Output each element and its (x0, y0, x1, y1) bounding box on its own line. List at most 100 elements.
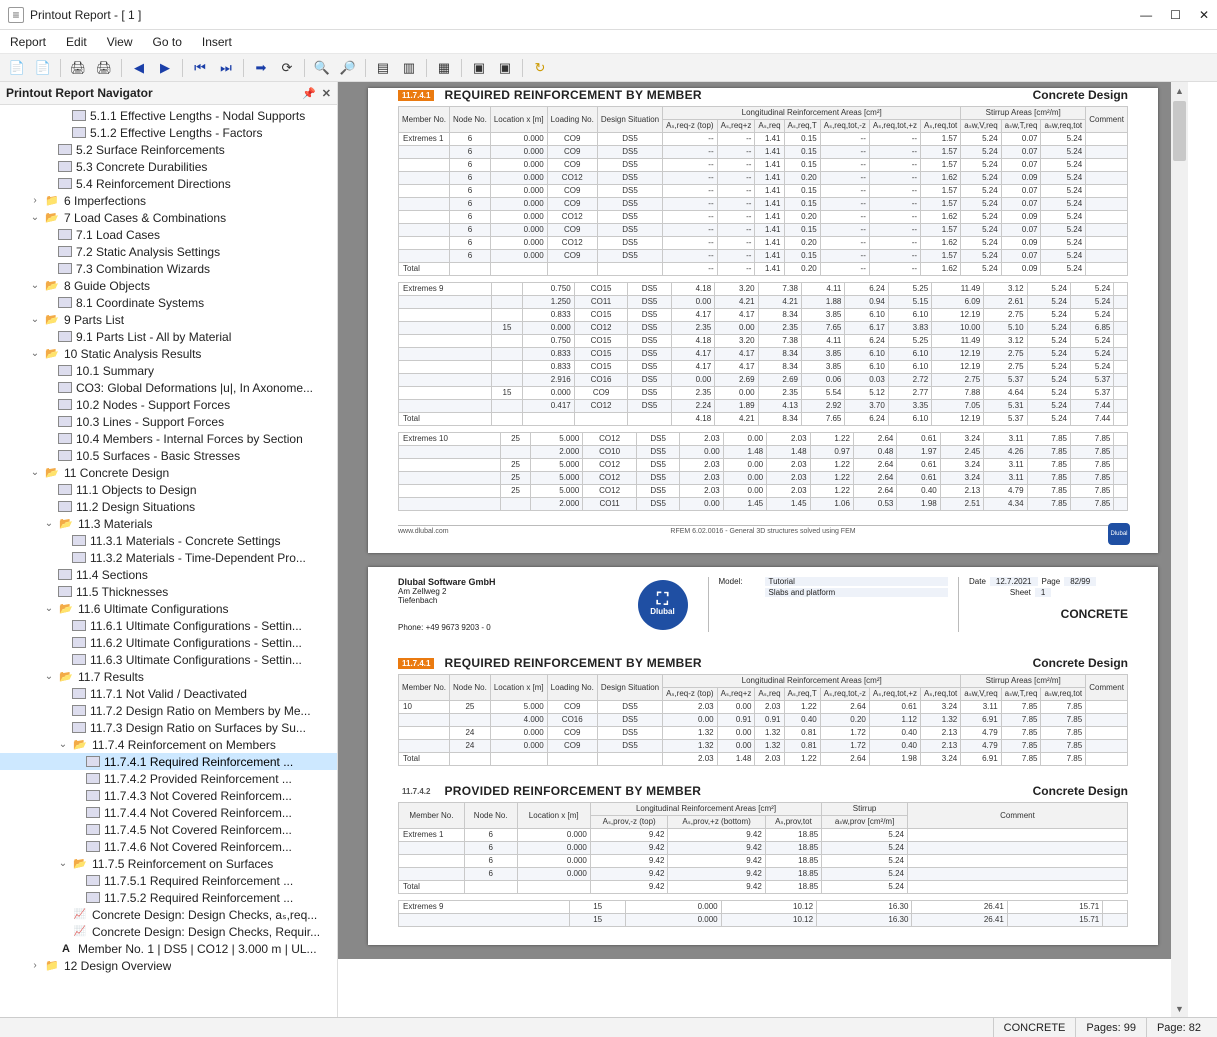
tree-item[interactable]: 11.7.4.4 Not Covered Reinforcem... (0, 804, 337, 821)
menu-bar: Report Edit View Go to Insert (0, 30, 1217, 54)
table-icon (58, 365, 72, 376)
nav-close-icon[interactable]: ✕ (322, 87, 331, 100)
tree-item[interactable]: 9.1 Parts List - All by Material (0, 328, 337, 345)
tree-item[interactable]: 11.7.5.1 Required Reinforcement ... (0, 872, 337, 889)
prev-icon[interactable]: ◀ (128, 57, 150, 79)
page-fit-icon[interactable]: ▤ (372, 57, 394, 79)
tree-item[interactable]: 11.2 Design Situations (0, 498, 337, 515)
tree-item[interactable]: 11.7.2 Design Ratio on Members by Me... (0, 702, 337, 719)
tree-item[interactable]: 10.2 Nodes - Support Forces (0, 396, 337, 413)
menu-insert[interactable]: Insert (202, 35, 232, 49)
tree-item[interactable]: 5.1.1 Effective Lengths - Nodal Supports (0, 107, 337, 124)
table-icon (86, 790, 100, 801)
page-width-icon[interactable]: ▥ (398, 57, 420, 79)
table-icon (58, 331, 72, 342)
section-badge: 11.7.4.1 (398, 90, 434, 101)
status-module: CONCRETE (993, 1018, 1076, 1037)
tree-item[interactable]: ⌄8 Guide Objects (0, 277, 337, 294)
tree-item[interactable]: 11.3.2 Materials - Time-Dependent Pro... (0, 549, 337, 566)
tree-item[interactable]: 5.1.2 Effective Lengths - Factors (0, 124, 337, 141)
tree-item[interactable]: ⌄10 Static Analysis Results (0, 345, 337, 362)
menu-edit[interactable]: Edit (66, 35, 87, 49)
export2-icon[interactable]: ▣ (494, 57, 516, 79)
zoom-out-icon[interactable]: 🔍 (311, 57, 333, 79)
tree-item[interactable]: Member No. 1 | DS5 | CO12 | 3.000 m | UL… (0, 940, 337, 957)
settings-icon[interactable]: ▦ (433, 57, 455, 79)
tree-item-label: Concrete Design: Design Checks, aₛ,req..… (92, 908, 317, 922)
delete-icon[interactable]: 📄 (32, 57, 54, 79)
navigator-tree[interactable]: 5.1.1 Effective Lengths - Nodal Supports… (0, 105, 337, 1017)
vertical-scrollbar[interactable]: ▲ ▼ (1171, 82, 1188, 1017)
tree-item[interactable]: 11.1 Objects to Design (0, 481, 337, 498)
tree-item[interactable]: 11.7.3 Design Ratio on Surfaces by Su... (0, 719, 337, 736)
tree-item[interactable]: 11.3.1 Materials - Concrete Settings (0, 532, 337, 549)
tree-item[interactable]: ⌄7 Load Cases & Combinations (0, 209, 337, 226)
tree-item-label: 11.7.1 Not Valid / Deactivated (90, 687, 247, 701)
tree-item[interactable]: 10.5 Surfaces - Basic Stresses (0, 447, 337, 464)
tree-item[interactable]: ›12 Design Overview (0, 957, 337, 974)
tree-item[interactable]: 11.4 Sections (0, 566, 337, 583)
tree-item[interactable]: CO3: Global Deformations |u|, In Axonome… (0, 379, 337, 396)
next-icon[interactable]: ▶ (154, 57, 176, 79)
tree-item[interactable]: 7.2 Static Analysis Settings (0, 243, 337, 260)
maximize-button[interactable]: ☐ (1170, 8, 1181, 22)
table-icon (86, 892, 100, 903)
tree-item[interactable]: 11.6.2 Ultimate Configurations - Settin.… (0, 634, 337, 651)
tree-item[interactable]: 10.4 Members - Internal Forces by Sectio… (0, 430, 337, 447)
table-icon (58, 416, 72, 427)
tree-item[interactable]: 7.1 Load Cases (0, 226, 337, 243)
zoom-in-icon[interactable]: 🔎 (337, 57, 359, 79)
minimize-button[interactable]: — (1140, 8, 1152, 22)
tree-item[interactable]: 11.7.1 Not Valid / Deactivated (0, 685, 337, 702)
menu-report[interactable]: Report (10, 35, 46, 49)
tree-item-label: 11.7.4.6 Not Covered Reinforcem... (104, 840, 292, 854)
tree-item[interactable]: ⌄11.3 Materials (0, 515, 337, 532)
tree-item[interactable]: 11.7.4.1 Required Reinforcement ... (0, 753, 337, 770)
tree-item[interactable]: 10.1 Summary (0, 362, 337, 379)
tree-item[interactable]: 5.2 Surface Reinforcements (0, 141, 337, 158)
tree-item[interactable]: ⌄11.7 Results (0, 668, 337, 685)
table-icon (72, 705, 86, 716)
tree-item[interactable]: ⌄11.7.4 Reinforcement on Members (0, 736, 337, 753)
tree-item-label: 6 Imperfections (64, 194, 146, 208)
tree-item[interactable]: 11.7.4.5 Not Covered Reinforcem... (0, 821, 337, 838)
last-icon[interactable]: ⏭ (215, 57, 237, 79)
tree-item[interactable]: ›6 Imperfections (0, 192, 337, 209)
folder-icon (58, 670, 74, 684)
tree-item-label: 5.1.1 Effective Lengths - Nodal Supports (90, 109, 305, 123)
tree-item[interactable]: 5.4 Reinforcement Directions (0, 175, 337, 192)
tree-item[interactable]: 5.3 Concrete Durabilities (0, 158, 337, 175)
tree-item[interactable]: ⌄11.7.5 Reinforcement on Surfaces (0, 855, 337, 872)
new-icon[interactable]: 📄 (6, 57, 28, 79)
first-icon[interactable]: ⏮ (189, 57, 211, 79)
tree-item[interactable]: 11.7.4.3 Not Covered Reinforcem... (0, 787, 337, 804)
tree-item[interactable]: ⌄11 Concrete Design (0, 464, 337, 481)
tree-item[interactable]: 10.3 Lines - Support Forces (0, 413, 337, 430)
tree-item[interactable]: 11.6.1 Ultimate Configurations - Settin.… (0, 617, 337, 634)
print-icon[interactable]: 🖨 (67, 57, 89, 79)
tree-item[interactable]: 11.5 Thicknesses (0, 583, 337, 600)
tree-item[interactable]: Concrete Design: Design Checks, Requir..… (0, 923, 337, 940)
tree-item[interactable]: 11.7.4.6 Not Covered Reinforcem... (0, 838, 337, 855)
tree-item[interactable]: 11.7.5.2 Required Reinforcement ... (0, 889, 337, 906)
print-preview-icon[interactable]: 🖨 (93, 57, 115, 79)
tree-item[interactable]: 11.7.4.2 Provided Reinforcement ... (0, 770, 337, 787)
tree-item[interactable]: ⌄9 Parts List (0, 311, 337, 328)
tree-item[interactable]: 7.3 Combination Wizards (0, 260, 337, 277)
tree-item-label: 11.6.3 Ultimate Configurations - Settin.… (90, 653, 302, 667)
preview-area[interactable]: 11.7.4.1 REQUIRED REINFORCEMENT BY MEMBE… (338, 82, 1188, 959)
tree-item[interactable]: ⌄11.6 Ultimate Configurations (0, 600, 337, 617)
reset-icon[interactable]: ↻ (529, 57, 551, 79)
tree-item-label: 11.3 Materials (78, 517, 152, 531)
menu-view[interactable]: View (107, 35, 133, 49)
required-reinforcement-table-c: Extremes 10255.000CO12DS52.030.002.031.2… (398, 432, 1128, 511)
close-button[interactable]: ✕ (1199, 8, 1209, 22)
tree-item[interactable]: 8.1 Coordinate Systems (0, 294, 337, 311)
tree-item[interactable]: Concrete Design: Design Checks, aₛ,req..… (0, 906, 337, 923)
goto-icon[interactable]: ➡ (250, 57, 272, 79)
menu-goto[interactable]: Go to (153, 35, 182, 49)
export-icon[interactable]: ▣ (468, 57, 490, 79)
nav-pin-icon[interactable]: 📌 (302, 87, 316, 100)
tree-item[interactable]: 11.6.3 Ultimate Configurations - Settin.… (0, 651, 337, 668)
refresh-icon[interactable]: ⟳ (276, 57, 298, 79)
